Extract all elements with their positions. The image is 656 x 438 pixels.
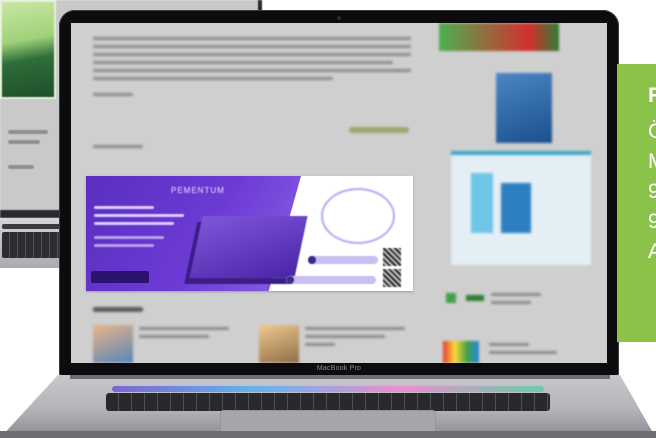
callout-heading: F xyxy=(648,84,656,107)
qr-code-icon xyxy=(383,269,401,287)
ad-banner[interactable]: PEMENTUM xyxy=(86,176,413,291)
ad-text-line xyxy=(94,222,174,225)
ad-link-pill[interactable] xyxy=(286,276,376,284)
ad-brand-logo: PEMENTUM xyxy=(171,186,225,195)
camera-icon xyxy=(337,16,341,20)
app-store-icon xyxy=(308,256,316,264)
laptop-model-label: MacBook Pro xyxy=(316,365,362,372)
laptop-keyboard xyxy=(106,393,550,411)
ad-seal-graphic xyxy=(321,188,395,244)
ad-link-pill[interactable] xyxy=(308,256,378,264)
laptop-front-edge xyxy=(0,431,656,438)
ad-text-line xyxy=(94,214,184,217)
callout-line: 9 xyxy=(648,180,656,203)
ad-text-line xyxy=(94,206,154,209)
laptop-screen: PEMENTUM xyxy=(71,23,607,363)
callout-line: Ö xyxy=(648,118,656,146)
text-line xyxy=(8,165,34,169)
ad-text-line xyxy=(94,236,164,239)
product-box-image xyxy=(189,216,308,278)
ad-cta-button[interactable] xyxy=(91,271,149,283)
laptop-hinge xyxy=(70,375,610,379)
callout-line: 9 xyxy=(648,210,656,233)
touch-bar xyxy=(112,386,544,392)
ad-text-line xyxy=(94,244,154,247)
product-thumbnail xyxy=(0,0,56,99)
callout-line: A xyxy=(648,240,656,263)
play-store-icon xyxy=(286,276,294,284)
callout-line: M xyxy=(648,148,656,176)
qr-code-icon xyxy=(383,248,401,266)
green-callout-panel: F Ö M 9 9 A xyxy=(617,64,656,342)
text-line xyxy=(8,130,48,134)
text-line xyxy=(8,140,40,144)
laptop-lid: PEMENTUM MacBook Pro xyxy=(59,10,619,377)
